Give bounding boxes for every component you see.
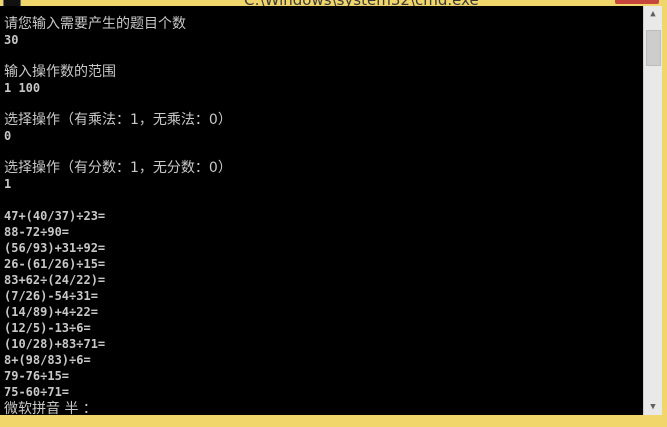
- console-line: 8+(98/83)÷6=: [4, 353, 91, 367]
- console-line: 1: [4, 177, 12, 191]
- console-line: (7/26)-54÷31=: [4, 289, 98, 303]
- console-line: (10/28)+83÷71=: [4, 337, 106, 351]
- scroll-thumb[interactable]: [646, 30, 661, 66]
- cmd-window: C:\Windows\system32\cmd.exe 请您输入需要产生的题目个…: [0, 0, 667, 427]
- console-line: 79-76÷15=: [4, 369, 70, 383]
- console-line: (12/5)-13÷6=: [4, 321, 91, 335]
- window-bottom-edge: [0, 415, 667, 427]
- console-line: 0: [4, 129, 12, 143]
- console-line: 83+62÷(24/22)=: [4, 273, 106, 287]
- console-output[interactable]: 请您输入需要产生的题目个数 30 输入操作数的范围 1 100 选择操作（有乘法：1，无…: [0, 6, 643, 415]
- console-line: 1 100: [4, 81, 41, 95]
- console-line: (56/93)+31÷92=: [4, 241, 106, 255]
- scroll-up-arrow-icon[interactable]: ▲: [644, 6, 662, 22]
- console-line: 47+(40/37)÷23=: [4, 209, 106, 223]
- console-line: (14/89)+4÷22=: [4, 305, 98, 319]
- console-line: 输入操作数的范围: [4, 64, 116, 80]
- console-line: 30: [4, 33, 19, 47]
- console-line: 选择操作（有乘法：1，无乘法：0）: [4, 112, 232, 128]
- vertical-scrollbar[interactable]: ▲ ▼: [643, 6, 662, 415]
- console-line: 请您输入需要产生的题目个数: [4, 16, 186, 32]
- close-button[interactable]: [615, 0, 659, 4]
- console-line: 选择操作（有分数：1，无分数：0）: [4, 160, 232, 176]
- console-line: 26-(61/26)÷15=: [4, 257, 106, 271]
- console-lines: 请您输入需要产生的题目个数 30 输入操作数的范围 1 100 选择操作（有乘法：1，无…: [4, 16, 232, 400]
- console-line: 88-72÷90=: [4, 225, 70, 239]
- scroll-down-arrow-icon[interactable]: ▼: [644, 399, 662, 415]
- ime-status-bar[interactable]: 微软拼音 半 ：: [4, 398, 97, 415]
